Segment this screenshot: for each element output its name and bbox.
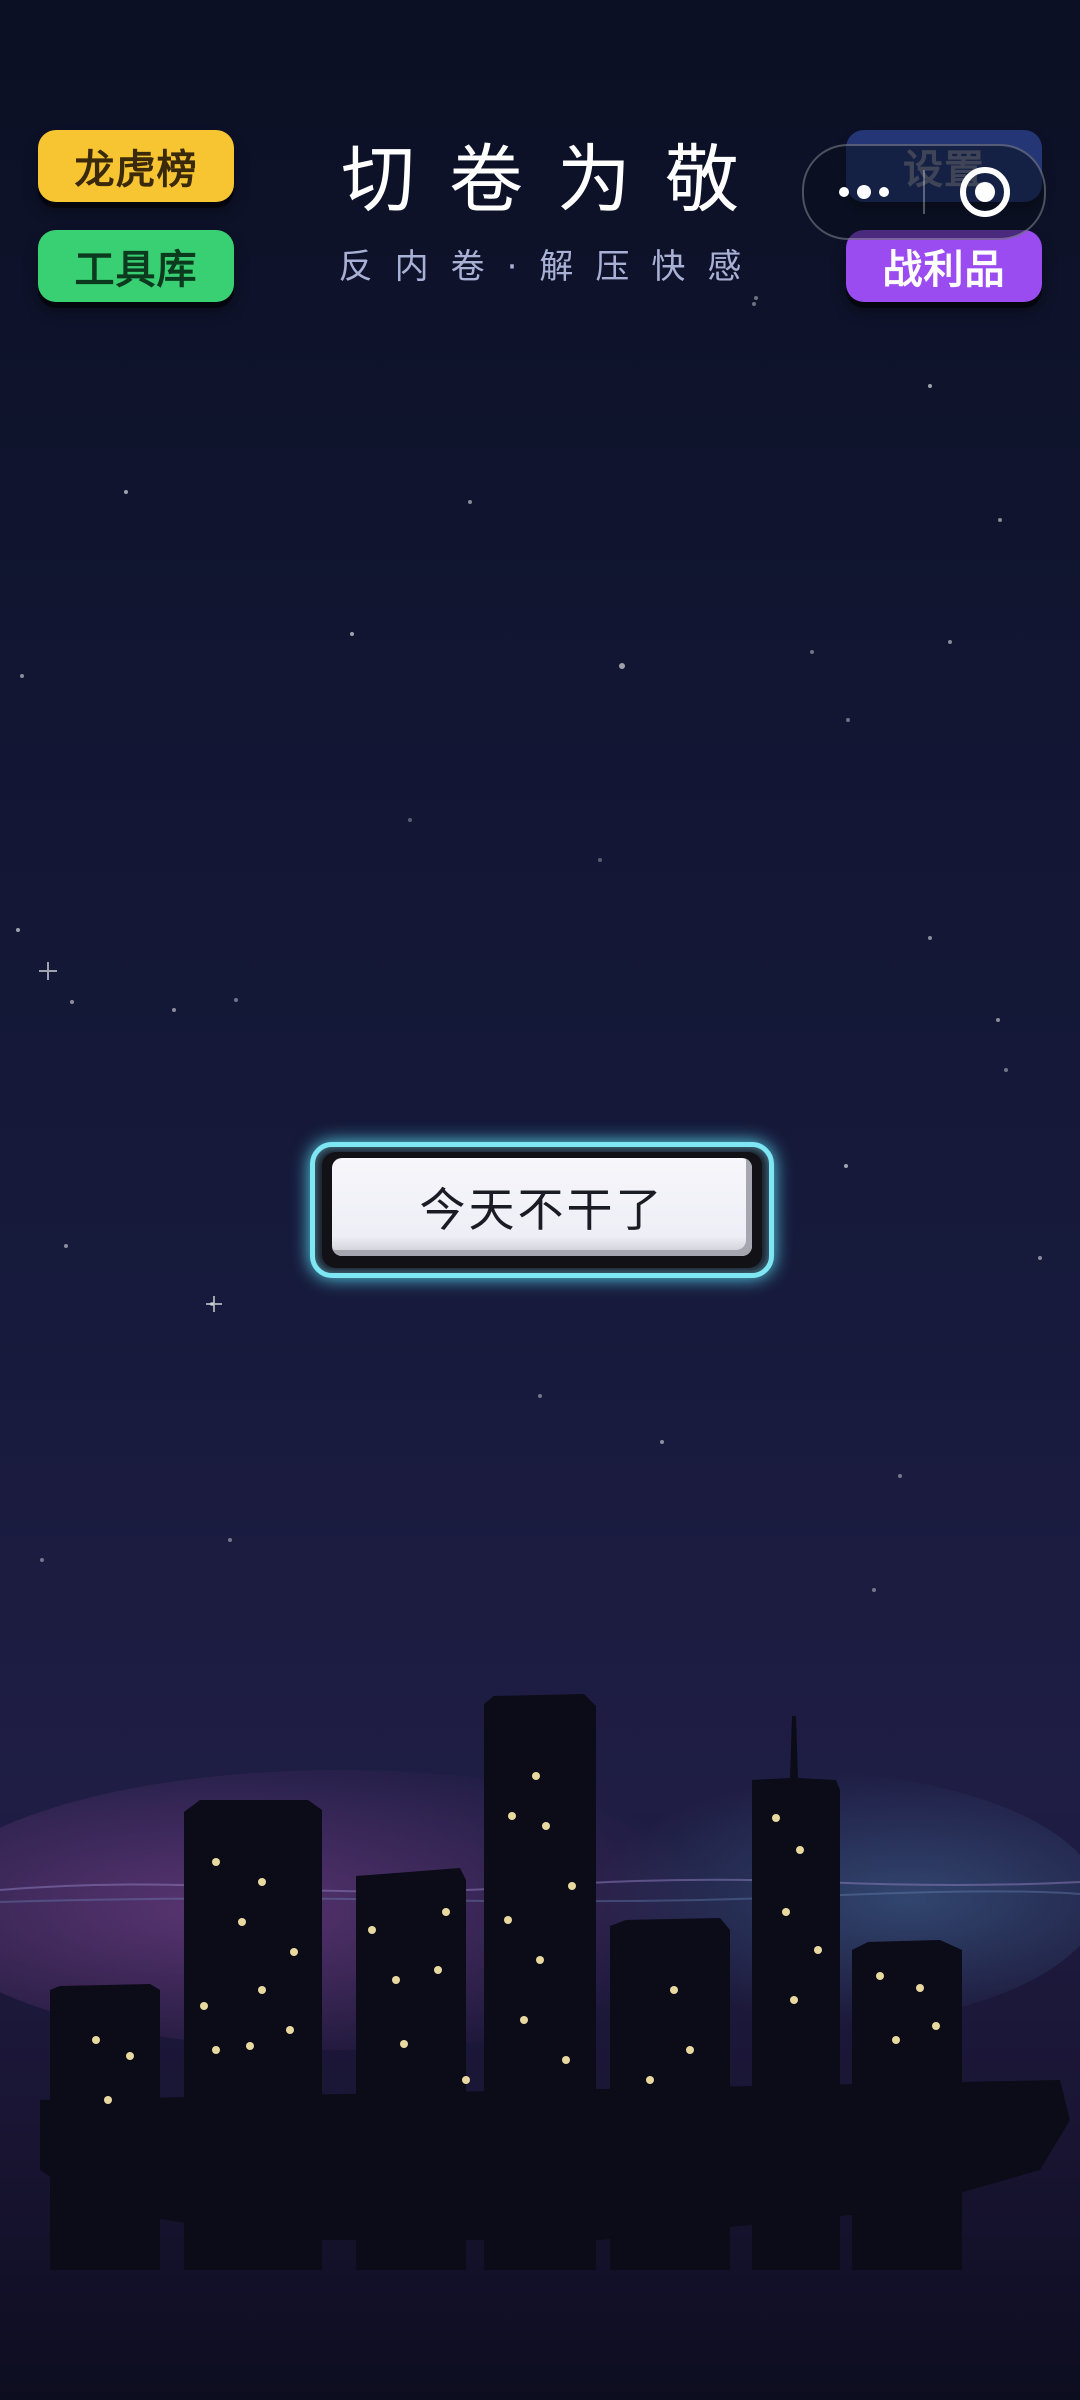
quit-today-button[interactable]: 今天不干了 [332, 1158, 752, 1256]
header: 切卷为敬 反内卷·解压快感 [0, 137, 1080, 288]
app-title: 切卷为敬 [341, 137, 773, 223]
game-screen: 龙虎榜 工具库 设置 战利品 切卷为敬 反内卷·解压快感 今天不干了 [0, 0, 1080, 2400]
app-subtitle: 反内卷·解压快感 [338, 247, 764, 288]
city-skyline [0, 1694, 1080, 2270]
